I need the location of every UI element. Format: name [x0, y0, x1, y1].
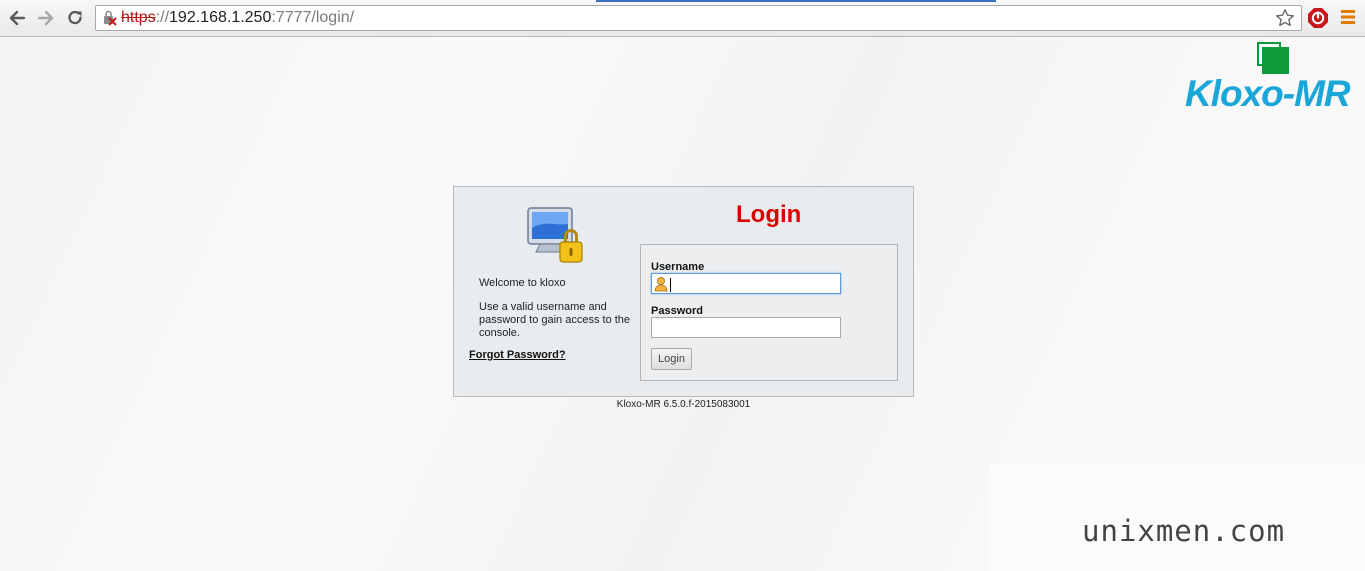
login-form: Username Password Login	[640, 244, 898, 381]
broken-lock-icon[interactable]	[102, 10, 118, 26]
username-input[interactable]	[651, 273, 841, 294]
back-button[interactable]	[6, 7, 28, 29]
page-content: Kloxo-MR Welcome to kloxo Use a valid us…	[0, 37, 1365, 571]
logo-text: Kloxo-MR	[1185, 73, 1351, 114]
reload-icon	[68, 10, 82, 25]
url-text: https://192.168.1.250:7777/login/	[121, 8, 354, 28]
monitor-lock-icon	[527, 207, 583, 263]
login-box: Welcome to kloxo Use a valid username an…	[453, 186, 914, 397]
logo-mark-square	[1262, 47, 1289, 74]
reload-button[interactable]	[64, 7, 86, 29]
url-path: :7777/login/	[271, 9, 355, 26]
watermark-text: unixmen.com	[1082, 514, 1286, 548]
kloxo-logo: Kloxo-MR	[1185, 42, 1363, 122]
text-caret	[670, 278, 671, 292]
password-input[interactable]	[651, 317, 841, 338]
address-bar[interactable]: https://192.168.1.250:7777/login/	[95, 5, 1302, 31]
forward-button[interactable]	[35, 7, 57, 29]
password-label: Password	[651, 305, 703, 317]
url-host: 192.168.1.250	[169, 9, 272, 26]
version-text: Kloxo-MR 6.5.0.f-2015083001	[616, 399, 751, 410]
browser-toolbar: https://192.168.1.250:7777/login/	[0, 0, 1365, 37]
active-tab-indicator	[596, 0, 996, 2]
welcome-text: Welcome to kloxo	[479, 277, 566, 289]
back-arrow-icon	[9, 10, 26, 26]
hamburger-menu-icon[interactable]	[1340, 8, 1356, 26]
forgot-password-link[interactable]: Forgot Password?	[469, 349, 566, 361]
stop-sign-icon[interactable]	[1307, 7, 1329, 29]
star-icon[interactable]	[1275, 8, 1295, 28]
help-text: Use a valid username and password to gai…	[479, 301, 631, 339]
url-scheme: https	[121, 9, 156, 26]
url-separator: ://	[155, 9, 170, 26]
login-title: Login	[736, 201, 802, 228]
login-button[interactable]: Login	[651, 348, 692, 370]
username-label: Username	[651, 261, 705, 273]
forward-arrow-icon	[37, 10, 54, 26]
